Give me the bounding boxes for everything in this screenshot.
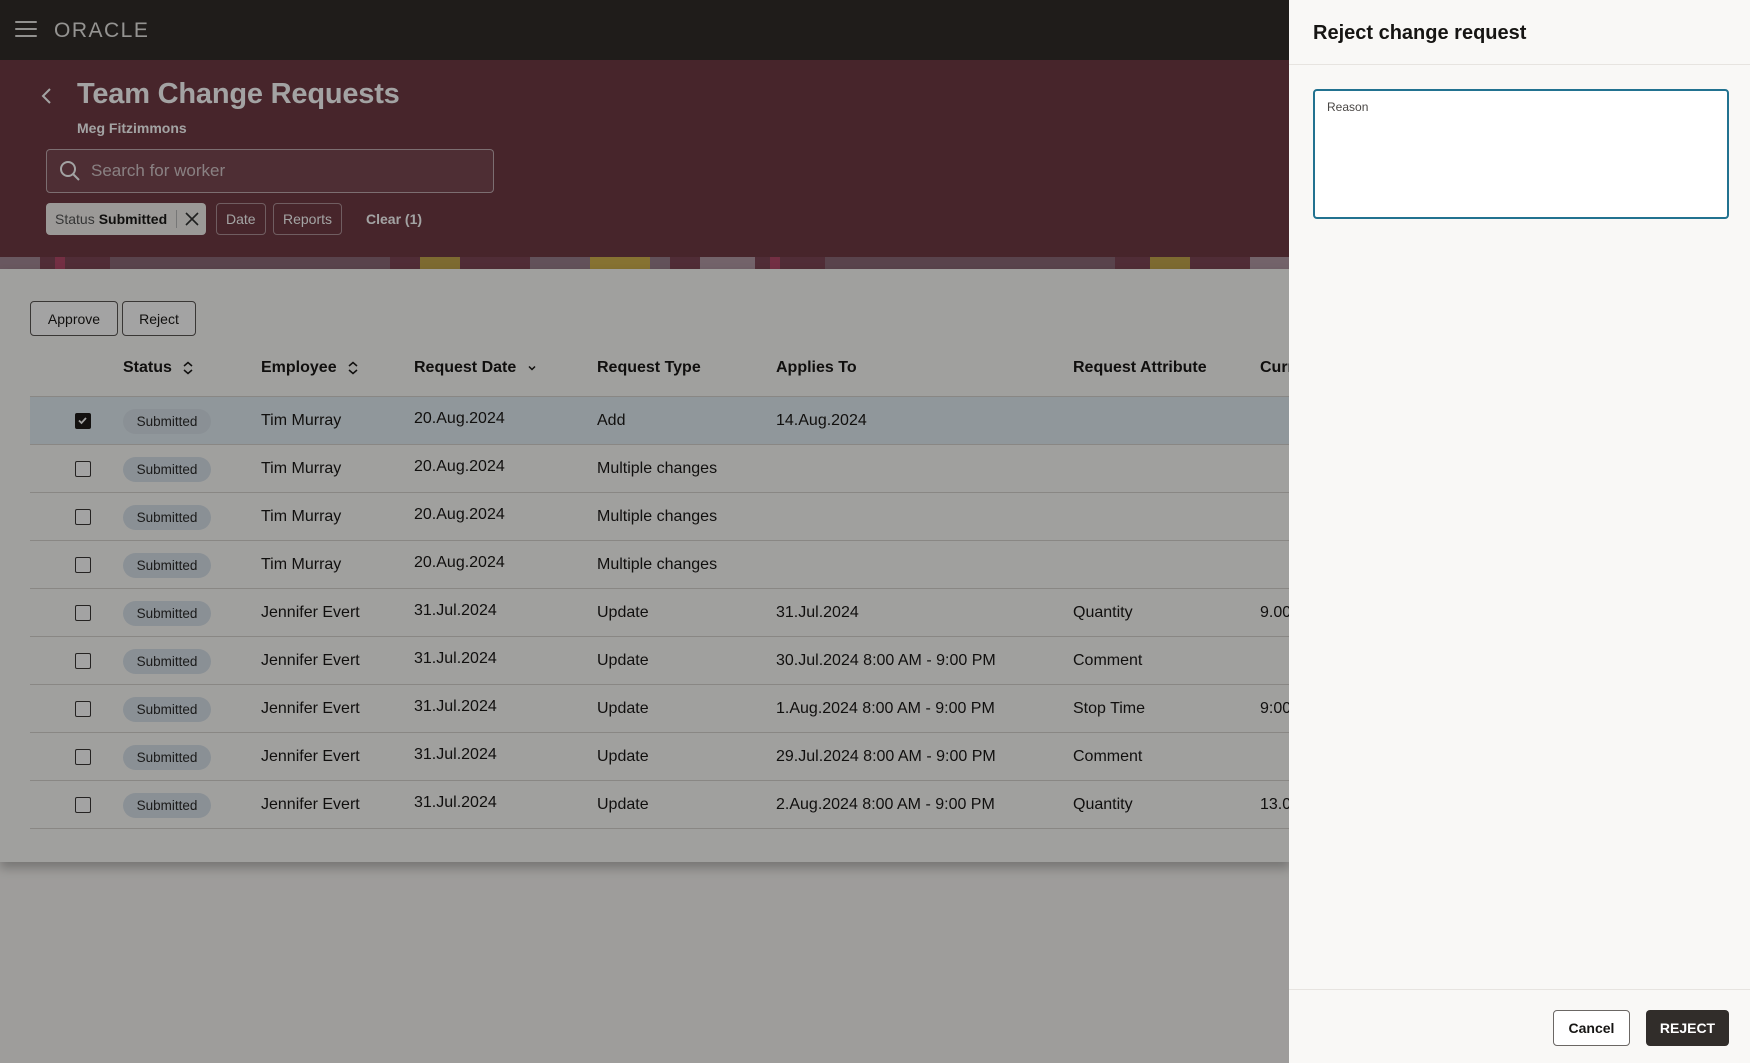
drawer-header-divider bbox=[1289, 64, 1750, 65]
reason-label: Reason bbox=[1327, 100, 1369, 114]
reason-field[interactable]: Reason bbox=[1313, 89, 1729, 219]
drawer-footer-divider bbox=[1289, 989, 1750, 990]
cancel-button[interactable]: Cancel bbox=[1553, 1010, 1630, 1046]
confirm-reject-button[interactable]: REJECT bbox=[1646, 1010, 1729, 1046]
drawer-title: Reject change request bbox=[1313, 22, 1527, 44]
reject-drawer: Reject change request Reason Cancel REJE… bbox=[1289, 0, 1750, 1063]
reason-textarea[interactable] bbox=[1325, 119, 1717, 211]
